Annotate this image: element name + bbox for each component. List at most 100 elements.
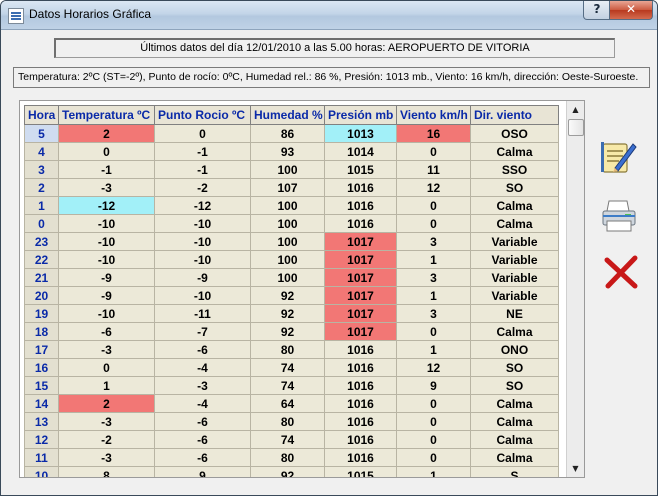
table-cell[interactable]: -6 (154, 430, 251, 449)
table-row[interactable]: 0 -10 -10 100 1016 0 Calma (24, 214, 559, 233)
table-cell[interactable]: -3 (154, 376, 251, 395)
table-cell[interactable]: -1 (58, 160, 155, 179)
table-cell[interactable]: 74 (250, 430, 325, 449)
table-row[interactable]: 18 -6 -7 92 1017 0 Calma (24, 322, 559, 341)
table-cell[interactable]: 17 (24, 340, 59, 359)
table-cell[interactable]: -12 (154, 196, 251, 215)
table-cell[interactable]: 0 (154, 124, 251, 143)
table-cell[interactable]: -6 (154, 412, 251, 431)
table-cell[interactable]: 1016 (324, 412, 397, 431)
column-header[interactable]: Dir. viento (470, 105, 559, 125)
table-row[interactable]: 11 -3 -6 80 1016 0 Calma (24, 448, 559, 467)
table-cell[interactable]: 8 (58, 466, 155, 477)
table-cell[interactable]: 1016 (324, 196, 397, 215)
table-cell[interactable]: 3 (24, 160, 59, 179)
table-cell[interactable]: -6 (154, 340, 251, 359)
table-cell[interactable]: 0 (24, 214, 59, 233)
table-cell[interactable]: 1017 (324, 286, 397, 305)
table-cell[interactable]: SO (470, 376, 559, 395)
table-cell[interactable]: 100 (250, 214, 325, 233)
table-cell[interactable]: -10 (58, 232, 155, 251)
table-cell[interactable]: 10 (24, 466, 59, 477)
vertical-scrollbar[interactable]: ▲ ▼ (566, 101, 584, 477)
table-cell[interactable]: 1 (396, 466, 471, 477)
table-cell[interactable]: 18 (24, 322, 59, 341)
table-cell[interactable]: Calma (470, 394, 559, 413)
table-cell[interactable]: -4 (154, 394, 251, 413)
table-cell[interactable]: 80 (250, 412, 325, 431)
printer-icon[interactable] (599, 195, 639, 235)
table-cell[interactable]: 3 (396, 232, 471, 251)
table-cell[interactable]: 0 (396, 214, 471, 233)
table-row[interactable]: 3 -1 -1 100 1015 11 SSO (24, 160, 559, 179)
column-header[interactable]: Viento km/h (396, 105, 471, 125)
table-cell[interactable]: Calma (470, 196, 559, 215)
table-cell[interactable]: 1016 (324, 376, 397, 395)
table-row[interactable]: 22 -10 -10 100 1017 1 Variable (24, 250, 559, 269)
help-button[interactable]: ? (583, 1, 611, 20)
table-cell[interactable]: 1017 (324, 232, 397, 251)
table-row[interactable]: 17 -3 -6 80 1016 1 ONO (24, 340, 559, 359)
table-cell[interactable]: 11 (24, 448, 59, 467)
table-cell[interactable]: 1016 (324, 178, 397, 197)
table-cell[interactable]: 93 (250, 142, 325, 161)
table-cell[interactable]: 1016 (324, 394, 397, 413)
table-cell[interactable]: 92 (250, 286, 325, 305)
table-cell[interactable]: 80 (250, 340, 325, 359)
table-cell[interactable]: -6 (154, 448, 251, 467)
table-cell[interactable]: 74 (250, 376, 325, 395)
table-cell[interactable]: 1017 (324, 250, 397, 269)
table-cell[interactable]: -2 (58, 430, 155, 449)
column-header[interactable]: Hora (24, 105, 59, 125)
scroll-thumb[interactable] (568, 119, 584, 136)
table-cell[interactable]: 9 (154, 466, 251, 477)
table-cell[interactable]: 107 (250, 178, 325, 197)
table-cell[interactable]: 1015 (324, 160, 397, 179)
table-cell[interactable]: -3 (58, 340, 155, 359)
table-cell[interactable]: ONO (470, 340, 559, 359)
table-row[interactable]: 14 2 -4 64 1016 0 Calma (24, 394, 559, 413)
table-cell[interactable]: Variable (470, 250, 559, 269)
table-cell[interactable]: 1016 (324, 448, 397, 467)
table-cell[interactable]: Calma (470, 412, 559, 431)
table-cell[interactable]: 1017 (324, 268, 397, 287)
table-cell[interactable]: 5 (24, 124, 59, 143)
title-bar[interactable]: Datos Horarios Gráfica ? ✕ (1, 1, 657, 30)
table-cell[interactable]: 3 (396, 268, 471, 287)
table-cell[interactable]: OSO (470, 124, 559, 143)
table-cell[interactable]: 1013 (324, 124, 397, 143)
table-cell[interactable]: 3 (396, 304, 471, 323)
table-cell[interactable]: -9 (154, 268, 251, 287)
table-cell[interactable]: 92 (250, 304, 325, 323)
table-cell[interactable]: Calma (470, 430, 559, 449)
table-cell[interactable]: -3 (58, 412, 155, 431)
table-cell[interactable]: -10 (154, 232, 251, 251)
table-cell[interactable]: 0 (396, 430, 471, 449)
table-cell[interactable]: 0 (396, 196, 471, 215)
table-cell[interactable]: 12 (396, 358, 471, 377)
table-cell[interactable]: -1 (154, 142, 251, 161)
table-row[interactable]: 23 -10 -10 100 1017 3 Variable (24, 232, 559, 251)
table-cell[interactable]: SO (470, 358, 559, 377)
table-cell[interactable]: 13 (24, 412, 59, 431)
table-cell[interactable]: 15 (24, 376, 59, 395)
table-cell[interactable]: 16 (24, 358, 59, 377)
table-cell[interactable]: 11 (396, 160, 471, 179)
table-cell[interactable]: 1 (24, 196, 59, 215)
column-header[interactable]: Humedad % (250, 105, 325, 125)
table-row[interactable]: 2 -3 -2 107 1016 12 SO (24, 178, 559, 197)
edit-notes-icon[interactable] (597, 136, 637, 176)
table-cell[interactable]: Calma (470, 448, 559, 467)
table-cell[interactable]: -10 (58, 214, 155, 233)
table-cell[interactable]: -9 (58, 268, 155, 287)
table-row[interactable]: 13 -3 -6 80 1016 0 Calma (24, 412, 559, 431)
table-cell[interactable]: -10 (154, 286, 251, 305)
table-cell[interactable]: -1 (154, 160, 251, 179)
table-cell[interactable]: 9 (396, 376, 471, 395)
scroll-up-arrow-icon[interactable]: ▲ (567, 101, 584, 118)
column-header[interactable]: Punto Rocio ºC (154, 105, 251, 125)
table-cell[interactable]: 1 (396, 250, 471, 269)
table-cell[interactable]: 1016 (324, 358, 397, 377)
table-cell[interactable]: Calma (470, 214, 559, 233)
table-cell[interactable]: Variable (470, 286, 559, 305)
